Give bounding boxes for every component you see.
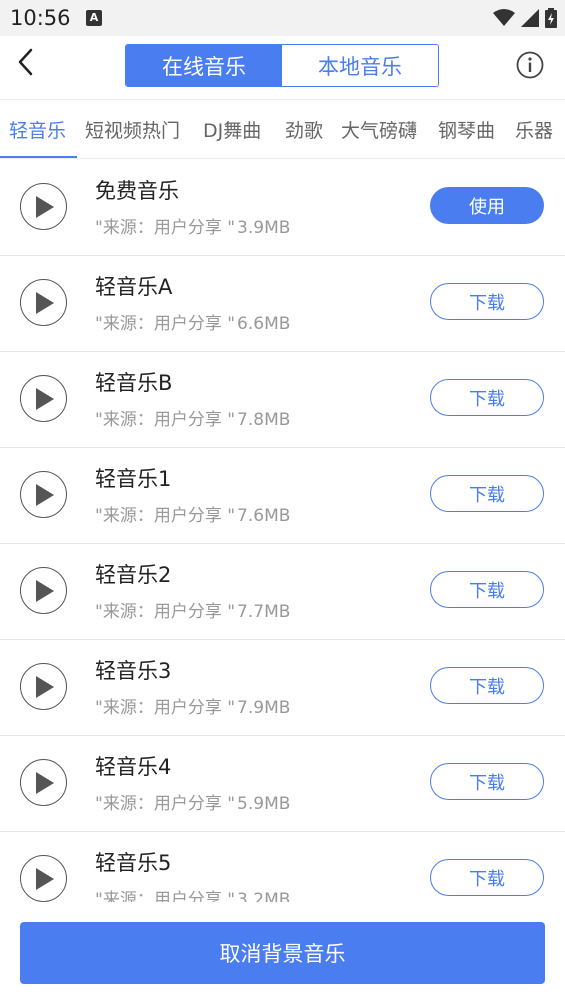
play-icon — [36, 772, 54, 794]
track-size: 7.9MB — [237, 698, 291, 718]
download-button[interactable]: 下载 — [430, 379, 544, 416]
category-tab[interactable]: 劲歌 — [285, 116, 323, 143]
track-source: "来源：用户分享 " — [95, 506, 236, 526]
track-size: 3.2MB — [237, 890, 291, 902]
download-button[interactable]: 下载 — [430, 859, 544, 896]
chevron-left-icon — [18, 48, 33, 76]
list-item: 轻音乐4 "来源：用户分享 " 5.9MB 下载 — [0, 736, 565, 832]
play-button[interactable] — [20, 375, 67, 422]
list-item: 轻音乐2 "来源：用户分享 " 7.7MB 下载 — [0, 544, 565, 640]
track-size: 7.8MB — [237, 410, 291, 430]
category-tabs: 轻音乐 短视频热门 DJ舞曲 劲歌 大气磅礴 钢琴曲 乐器 — [0, 99, 565, 159]
play-icon — [36, 580, 54, 602]
play-icon — [36, 676, 54, 698]
play-button[interactable] — [20, 471, 67, 518]
category-tab[interactable]: DJ舞曲 — [203, 116, 261, 143]
category-tab[interactable]: 乐器 — [515, 116, 553, 143]
play-button[interactable] — [20, 183, 67, 230]
track-size: 6.6MB — [237, 314, 291, 334]
status-bar: 10:56 A — [0, 0, 565, 36]
track-meta: "来源：用户分享 " 7.8MB — [95, 405, 290, 430]
music-list: 免费音乐 "来源：用户分享 " 3.9MB 使用 轻音乐A "来源：用户分享 " 6… — [0, 160, 565, 902]
track-source: "来源：用户分享 " — [95, 314, 236, 334]
download-button[interactable]: 下载 — [430, 763, 544, 800]
category-tab[interactable]: 钢琴曲 — [438, 116, 495, 143]
category-tab[interactable]: 大气磅礴 — [341, 116, 417, 143]
back-button[interactable] — [8, 44, 44, 80]
track-size: 5.9MB — [237, 794, 291, 814]
track-size: 7.6MB — [237, 506, 291, 526]
list-item: 轻音乐3 "来源：用户分享 " 7.9MB 下载 — [0, 640, 565, 736]
track-title: 轻音乐B — [95, 371, 173, 395]
track-source: "来源：用户分享 " — [95, 794, 236, 814]
play-icon — [36, 868, 54, 890]
tab-local-music[interactable]: 本地音乐 — [282, 45, 438, 86]
track-title: 轻音乐5 — [95, 851, 172, 875]
download-button[interactable]: 下载 — [430, 283, 544, 320]
battery-icon — [545, 8, 557, 28]
track-title: 轻音乐A — [95, 275, 173, 299]
notification-icon: A — [86, 10, 102, 26]
track-title: 免费音乐 — [95, 179, 179, 203]
track-source: "来源：用户分享 " — [95, 698, 236, 718]
play-button[interactable] — [20, 567, 67, 614]
track-size: 3.9MB — [237, 218, 291, 238]
play-icon — [36, 196, 54, 218]
category-tab[interactable]: 短视频热门 — [85, 116, 180, 143]
list-item: 免费音乐 "来源：用户分享 " 3.9MB 使用 — [0, 160, 565, 256]
track-title: 轻音乐3 — [95, 659, 172, 683]
track-size: 7.7MB — [237, 602, 291, 622]
track-meta: "来源：用户分享 " 7.9MB — [95, 693, 290, 718]
download-button[interactable]: 下载 — [430, 571, 544, 608]
list-item: 轻音乐5 "来源：用户分享 " 3.2MB 下载 — [0, 832, 565, 902]
track-source: "来源：用户分享 " — [95, 218, 236, 238]
signal-icon — [521, 9, 539, 27]
top-bar: 在线音乐 本地音乐 — [0, 36, 565, 98]
track-title: 轻音乐1 — [95, 467, 172, 491]
track-meta: "来源：用户分享 " 7.6MB — [95, 501, 290, 526]
track-source: "来源：用户分享 " — [95, 602, 236, 622]
tab-online-music[interactable]: 在线音乐 — [126, 45, 282, 86]
wifi-icon — [493, 9, 515, 26]
download-button[interactable]: 下载 — [430, 667, 544, 704]
play-icon — [36, 292, 54, 314]
cancel-background-music-button[interactable]: 取消背景音乐 — [20, 922, 545, 984]
track-meta: "来源：用户分享 " 3.9MB — [95, 213, 290, 238]
category-tab[interactable]: 轻音乐 — [9, 116, 66, 143]
play-icon — [36, 484, 54, 506]
download-button[interactable]: 下载 — [430, 475, 544, 512]
track-source: "来源：用户分享 " — [95, 410, 236, 430]
list-item: 轻音乐1 "来源：用户分享 " 7.6MB 下载 — [0, 448, 565, 544]
track-title: 轻音乐4 — [95, 755, 172, 779]
track-meta: "来源：用户分享 " 6.6MB — [95, 309, 290, 334]
play-button[interactable] — [20, 759, 67, 806]
track-meta: "来源：用户分享 " 3.2MB — [95, 885, 290, 902]
list-item: 轻音乐B "来源：用户分享 " 7.8MB 下载 — [0, 352, 565, 448]
play-icon — [36, 388, 54, 410]
track-source: "来源：用户分享 " — [95, 890, 236, 902]
play-button[interactable] — [20, 663, 67, 710]
status-time: 10:56 — [10, 6, 71, 30]
active-tab-indicator — [0, 156, 77, 158]
use-button[interactable]: 使用 — [430, 187, 544, 224]
track-meta: "来源：用户分享 " 7.7MB — [95, 597, 290, 622]
play-button[interactable] — [20, 279, 67, 326]
source-segmented-control: 在线音乐 本地音乐 — [125, 44, 439, 87]
track-title: 轻音乐2 — [95, 563, 172, 587]
list-item: 轻音乐A "来源：用户分享 " 6.6MB 下载 — [0, 256, 565, 352]
play-button[interactable] — [20, 855, 67, 902]
track-meta: "来源：用户分享 " 5.9MB — [95, 789, 290, 814]
info-circle-icon[interactable] — [515, 50, 545, 80]
status-icons — [493, 8, 557, 28]
